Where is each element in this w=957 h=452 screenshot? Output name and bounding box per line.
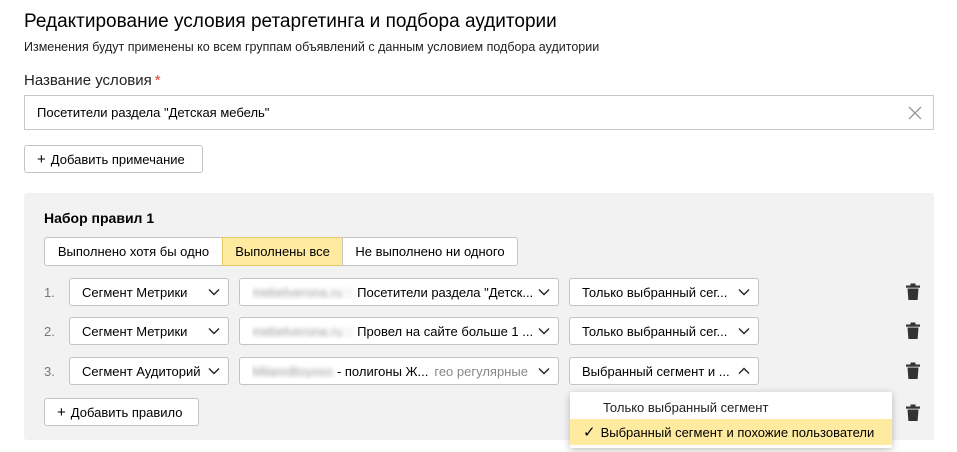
page-title: Редактирование условия ретаргетинга и по…: [24, 11, 557, 32]
trash-icon[interactable]: [905, 362, 921, 380]
condition-name-input[interactable]: Посетители раздела "Детская мебель": [24, 95, 934, 130]
rule-type-value: Сегмент Метрики: [82, 323, 188, 339]
chevron-down-icon: [208, 368, 220, 375]
rule-segment-select[interactable]: mebelverona.ru :: Провел на сайте больше …: [239, 317, 559, 345]
segment-name: Посетители раздела "Детск...: [357, 284, 534, 300]
rule-scope-value: Только выбранный сег...: [582, 323, 728, 339]
add-rule-label: Добавить правило: [70, 404, 183, 420]
rule-scope-value: Выбранный сегмент и ...: [582, 363, 730, 379]
segment-name: Провел на сайте больше 1 ...: [357, 323, 534, 339]
condition-name-label: Название условия *: [24, 72, 161, 89]
rule-type-select[interactable]: Сегмент Метрики: [69, 278, 229, 306]
segment-extra: гео регулярные: [434, 363, 528, 379]
mode-all[interactable]: Выполнены все: [222, 237, 343, 266]
segment-name: - полигоны Ж...: [336, 363, 429, 379]
dropdown-option-label: Только выбранный сегмент: [603, 399, 769, 415]
mode-none[interactable]: Не выполнено ни одного: [342, 237, 518, 266]
scope-dropdown-menu: Только выбранный сегмент ✓ Выбранный сег…: [570, 392, 892, 448]
trash-icon[interactable]: [905, 283, 921, 301]
blurred-source: MilanoBoyoss: [252, 363, 333, 379]
condition-name-value: Посетители раздела "Детская мебель": [37, 105, 270, 120]
mode-any[interactable]: Выполнено хотя бы одно: [44, 237, 223, 266]
rule-number: 2.: [44, 324, 55, 339]
plus-icon: +: [37, 150, 46, 168]
add-rule-button[interactable]: + Добавить правило: [44, 398, 199, 426]
blurred-source: mebelverona.ru ::: [252, 323, 354, 339]
rule-type-select[interactable]: Сегмент Метрики: [69, 317, 229, 345]
chevron-down-icon: [208, 289, 220, 296]
rule-segment-value: mebelverona.ru :: Провел на сайте больше …: [252, 324, 533, 339]
rule-segment-value: mebelverona.ru :: Посетители раздела "Дет…: [252, 285, 533, 300]
add-note-button[interactable]: + Добавить примечание: [24, 145, 203, 173]
trash-icon[interactable]: [905, 404, 921, 422]
rule-scope-select[interactable]: Выбранный сегмент и ...: [569, 357, 759, 385]
rule-type-select[interactable]: Сегмент Аудиторий: [69, 357, 229, 385]
rule-segment-select[interactable]: MilanoBoyoss - полигоны Ж... гео регулярны…: [239, 357, 559, 385]
add-note-label: Добавить примечание: [50, 151, 185, 167]
close-icon[interactable]: [907, 105, 923, 121]
rule-scope-select[interactable]: Только выбранный сег...: [569, 278, 759, 306]
blurred-source: mebelverona.ru ::: [252, 284, 354, 300]
page-subtitle: Изменения будут применены ко всем группа…: [24, 40, 600, 54]
check-icon: ✓: [583, 424, 596, 441]
trash-icon[interactable]: [905, 322, 921, 340]
rule-scope-value: Только выбранный сег...: [582, 284, 728, 300]
condition-name-label-text: Название условия: [24, 72, 152, 89]
chevron-down-icon: [738, 289, 750, 296]
dropdown-option-label: Выбранный сегмент и похожие пользователи: [600, 424, 875, 440]
rule-segment-select[interactable]: mebelverona.ru :: Посетители раздела "Дет…: [239, 278, 559, 306]
rule-set-title: Набор правил 1: [44, 210, 155, 226]
required-mark: *: [154, 72, 161, 89]
dropdown-option-only-selected[interactable]: Только выбранный сегмент: [570, 394, 892, 420]
rule-scope-select[interactable]: Только выбранный сег...: [569, 317, 759, 345]
chevron-down-icon: [538, 328, 550, 335]
chevron-up-icon: [738, 367, 750, 374]
plus-icon: +: [57, 403, 66, 421]
chevron-down-icon: [538, 289, 550, 296]
chevron-down-icon: [538, 368, 550, 375]
chevron-down-icon: [208, 328, 220, 335]
rule-number: 3.: [44, 364, 55, 379]
rule-type-value: Сегмент Аудиторий: [82, 363, 201, 379]
dropdown-option-selected-and-similar[interactable]: ✓ Выбранный сегмент и похожие пользовате…: [570, 419, 892, 445]
rule-type-value: Сегмент Метрики: [82, 284, 188, 300]
rule-segment-value: MilanoBoyoss - полигоны Ж... гео регулярны…: [252, 364, 528, 379]
rule-number: 1.: [44, 285, 55, 300]
chevron-down-icon: [738, 328, 750, 335]
